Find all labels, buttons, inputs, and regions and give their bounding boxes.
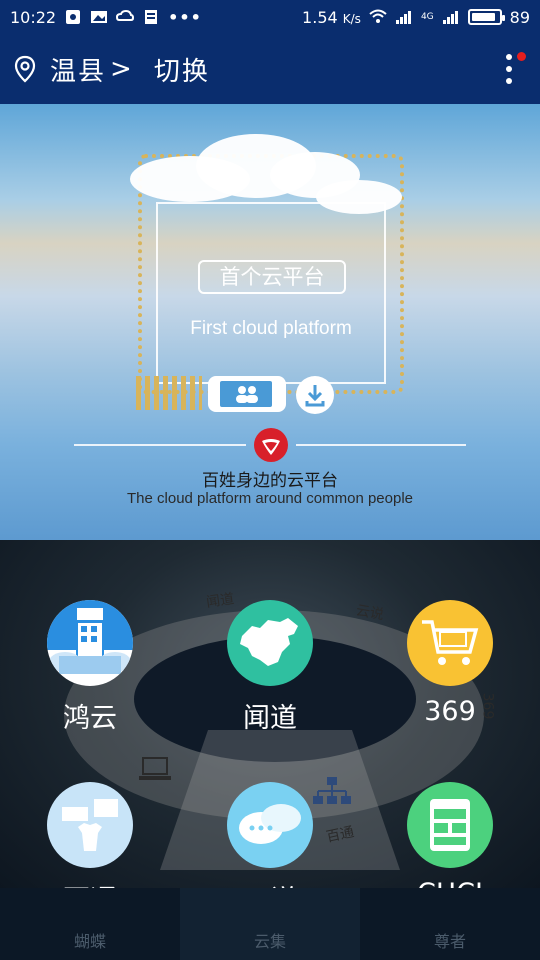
app-icon-circle <box>407 600 493 686</box>
bottom-nav: 蝴蝶 云集 尊者 <box>0 888 540 960</box>
app-icon-circle <box>227 782 313 868</box>
menu-dot <box>506 78 512 84</box>
menu-dot <box>506 66 512 72</box>
notification-dot <box>517 52 526 61</box>
brand-logo-icon <box>254 428 288 462</box>
battery-level: 89 <box>509 7 530 27</box>
speed-unit: K/s <box>342 11 361 26</box>
nav-item-zunzhe[interactable]: 尊者 <box>360 888 540 960</box>
banner-title: 首个云平台 <box>198 260 346 294</box>
app-369[interactable]: 369 <box>380 600 520 727</box>
app-label: 369 <box>424 696 476 727</box>
shopping-cart-icon <box>422 620 479 665</box>
status-time: 10:22 <box>10 7 57 27</box>
app-label: 鸿云 <box>63 703 117 734</box>
status-bar: 10:22 ••• 1.54 K/s 4G 89 <box>0 0 540 34</box>
app-icon-circle <box>47 600 133 686</box>
china-map-icon <box>240 618 298 666</box>
window-app-icon <box>430 799 470 851</box>
app-icon-circle <box>47 782 133 868</box>
status-left: 10:22 ••• <box>10 8 202 27</box>
slogan-chinese: 百姓身边的云平台 <box>202 471 338 491</box>
wifi-icon <box>369 9 387 23</box>
app-label: 闻道 <box>243 703 297 734</box>
battery-icon <box>467 9 505 25</box>
signal-4g-label: 4G <box>420 12 434 22</box>
phone-users-icon <box>208 376 286 412</box>
divider-left <box>74 444 246 446</box>
signal-4g-icon <box>442 11 458 24</box>
alarm-icon <box>66 10 81 24</box>
nav-label: 云集 <box>253 932 286 951</box>
current-city[interactable]: 温县 <box>50 51 106 88</box>
store-sale-icon <box>47 600 133 674</box>
app-wendao[interactable]: 闻道 <box>200 600 340 735</box>
more-menu-button[interactable] <box>492 44 526 94</box>
app-baitong[interactable]: 百通 <box>20 782 160 890</box>
app-bar: 温县 > 切换 <box>0 34 540 104</box>
divider-right <box>296 444 466 446</box>
app-chci[interactable]: CHCI <box>380 782 520 890</box>
nav-label: 蝴蝶 <box>73 932 106 951</box>
cloud-sync-icon <box>116 9 135 21</box>
app-icon-circle <box>227 600 313 686</box>
city-chevron-icon[interactable]: > <box>110 54 132 84</box>
nav-item-hudie[interactable]: 蝴蝶 <box>0 888 180 960</box>
bg-laptop-icon <box>139 757 171 780</box>
hero-banner[interactable]: 首个云平台 First cloud platform 百姓身边的云平台 The … <box>0 104 540 540</box>
switch-city-button[interactable]: 切换 <box>154 51 210 88</box>
slogan-english: The cloud platform around common people <box>127 490 413 507</box>
signal-icon <box>395 11 411 24</box>
devices-icon <box>62 799 118 851</box>
decorative-stripes <box>136 376 202 410</box>
banner-subtitle: First cloud platform <box>190 318 352 339</box>
app-hongyun[interactable]: 鸿云 <box>20 600 160 735</box>
chat-bubbles-icon <box>239 804 301 844</box>
nav-label: 尊者 <box>433 932 466 951</box>
app-icon-circle <box>407 782 493 868</box>
app-yunshuo[interactable]: 云说 <box>200 782 340 890</box>
status-right: 1.54 K/s 4G 89 <box>302 8 530 27</box>
document-icon <box>145 10 158 24</box>
cloud-illustration <box>316 180 402 214</box>
menu-dot <box>506 54 512 60</box>
app-grid-area: 闻道 云说 369 百通 鸿云 闻道 369 <box>0 540 540 890</box>
image-icon <box>91 11 108 23</box>
more-notifications-icon: ••• <box>168 7 202 27</box>
network-speed: 1.54 K/s <box>302 7 361 27</box>
nav-item-yunji[interactable]: 云集 <box>180 888 360 960</box>
location-pin-icon[interactable] <box>14 55 36 83</box>
download-icon <box>296 376 334 414</box>
